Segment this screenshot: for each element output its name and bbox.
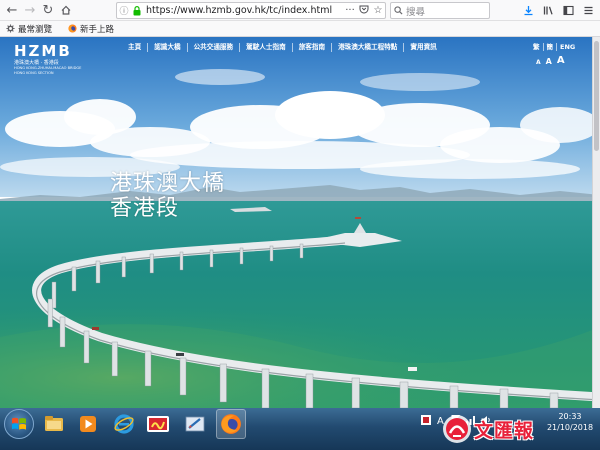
lang-english[interactable]: ENG — [557, 43, 578, 51]
pocket-icon[interactable] — [357, 4, 371, 17]
scrollbar-thumb[interactable] — [594, 41, 599, 151]
gear-icon — [6, 24, 15, 33]
clock-date: 21/10/2018 — [546, 423, 594, 432]
nav-traveller-guide[interactable]: 旅客指南 — [293, 43, 333, 52]
lang-traditional[interactable]: 繁 — [530, 43, 544, 51]
logo-subtitle-en-2: HONG KONG SECTION — [14, 70, 54, 75]
info-icon[interactable]: ⓘ — [117, 4, 131, 17]
nav-public-transport[interactable]: 公共交通服務 — [188, 43, 241, 52]
address-bar[interactable]: ⓘ https://www.hzmb.gov.hk/tc/index.html … — [116, 2, 386, 19]
reload-icon[interactable]: ↻ — [39, 1, 57, 19]
paint-icon[interactable] — [180, 409, 210, 439]
menu-icon[interactable] — [580, 2, 596, 19]
hero-title-line-1: 港珠澳大橋 — [110, 171, 226, 196]
internet-explorer-icon[interactable] — [109, 409, 139, 439]
start-button[interactable] — [4, 409, 34, 439]
font-size-large[interactable]: A — [557, 55, 565, 66]
site-logo[interactable]: HZMB 港珠澳大橋 · 香港段 HONG KONG-ZHUHAI-MACAO … — [14, 42, 81, 75]
font-size-small[interactable]: A — [536, 59, 541, 66]
back-icon[interactable]: ← — [3, 1, 21, 19]
windows-explorer-icon[interactable] — [39, 409, 69, 439]
news-app-icon[interactable] — [143, 409, 173, 439]
bookmarks-bar: 最常瀏覽 新手上路 — [0, 21, 600, 37]
sidebar-icon[interactable] — [560, 2, 576, 19]
hero-title-line-2: 香港段 — [110, 196, 180, 221]
library-icon[interactable] — [540, 2, 556, 19]
bookmark-star-icon[interactable]: ☆ — [371, 5, 385, 16]
page-actions-icon[interactable]: ··· — [343, 5, 357, 16]
browser-toolbar: ← → ↻ ⓘ https://www.hzmb.gov.hk/tc/index… — [0, 0, 600, 21]
language-switcher: 繁 簡 ENG — [530, 43, 578, 51]
firefox-taskbar-icon[interactable] — [216, 409, 246, 439]
nav-home[interactable]: 主頁 — [122, 43, 149, 52]
font-size-controls: A A A — [536, 55, 570, 66]
url-text[interactable]: https://www.hzmb.gov.hk/tc/index.html — [146, 5, 343, 16]
hero-image — [0, 37, 600, 408]
home-icon[interactable] — [57, 1, 75, 19]
search-box[interactable]: 搜尋 — [390, 2, 490, 19]
nav-useful-info[interactable]: 實用資訊 — [404, 43, 442, 52]
firefox-icon — [68, 24, 77, 33]
hero-title: 港珠澳大橋 香港段 — [110, 171, 225, 221]
bookmark-label: 最常瀏覽 — [18, 24, 53, 35]
watermark-logo-icon — [443, 415, 471, 443]
system-clock[interactable]: 20:33 21/10/2018 — [546, 411, 594, 433]
watermark-text: 文匯報 — [474, 419, 535, 442]
windows-logo-icon — [12, 417, 26, 430]
downloads-icon[interactable] — [520, 2, 536, 19]
newspaper-watermark: 文匯報 — [440, 412, 534, 446]
nav-driver-guide[interactable]: 駕駛人士指南 — [240, 43, 293, 52]
bookmark-getting-started[interactable]: 新手上路 — [68, 23, 114, 35]
lock-icon[interactable] — [131, 5, 143, 17]
search-placeholder: 搜尋 — [406, 6, 426, 18]
pdf-tray-icon[interactable] — [420, 414, 432, 426]
nav-about-bridge[interactable]: 認識大橋 — [148, 43, 188, 52]
bookmark-most-visited[interactable]: 最常瀏覽 — [6, 23, 52, 35]
media-player-icon[interactable] — [73, 409, 103, 439]
site-header: HZMB 港珠澳大橋 · 香港段 HONG KONG-ZHUHAI-MACAO … — [0, 37, 600, 75]
forward-icon[interactable]: → — [21, 1, 39, 19]
lang-simplified[interactable]: 簡 — [544, 43, 557, 51]
font-size-medium[interactable]: A — [546, 57, 552, 66]
search-icon — [391, 6, 406, 15]
bookmark-label: 新手上路 — [80, 24, 115, 35]
web-page: HZMB 港珠澳大橋 · 香港段 HONG KONG-ZHUHAI-MACAO … — [0, 37, 600, 408]
logo-mark: HZMB — [14, 42, 72, 60]
scrollbar[interactable] — [592, 37, 600, 408]
nav-engineering[interactable]: 港珠澳大橋工程特點 — [332, 43, 405, 52]
main-nav: 主頁 認識大橋 公共交通服務 駕駛人士指南 旅客指南 港珠澳大橋工程特點 實用資… — [122, 43, 443, 52]
clock-time: 20:33 — [558, 412, 582, 421]
